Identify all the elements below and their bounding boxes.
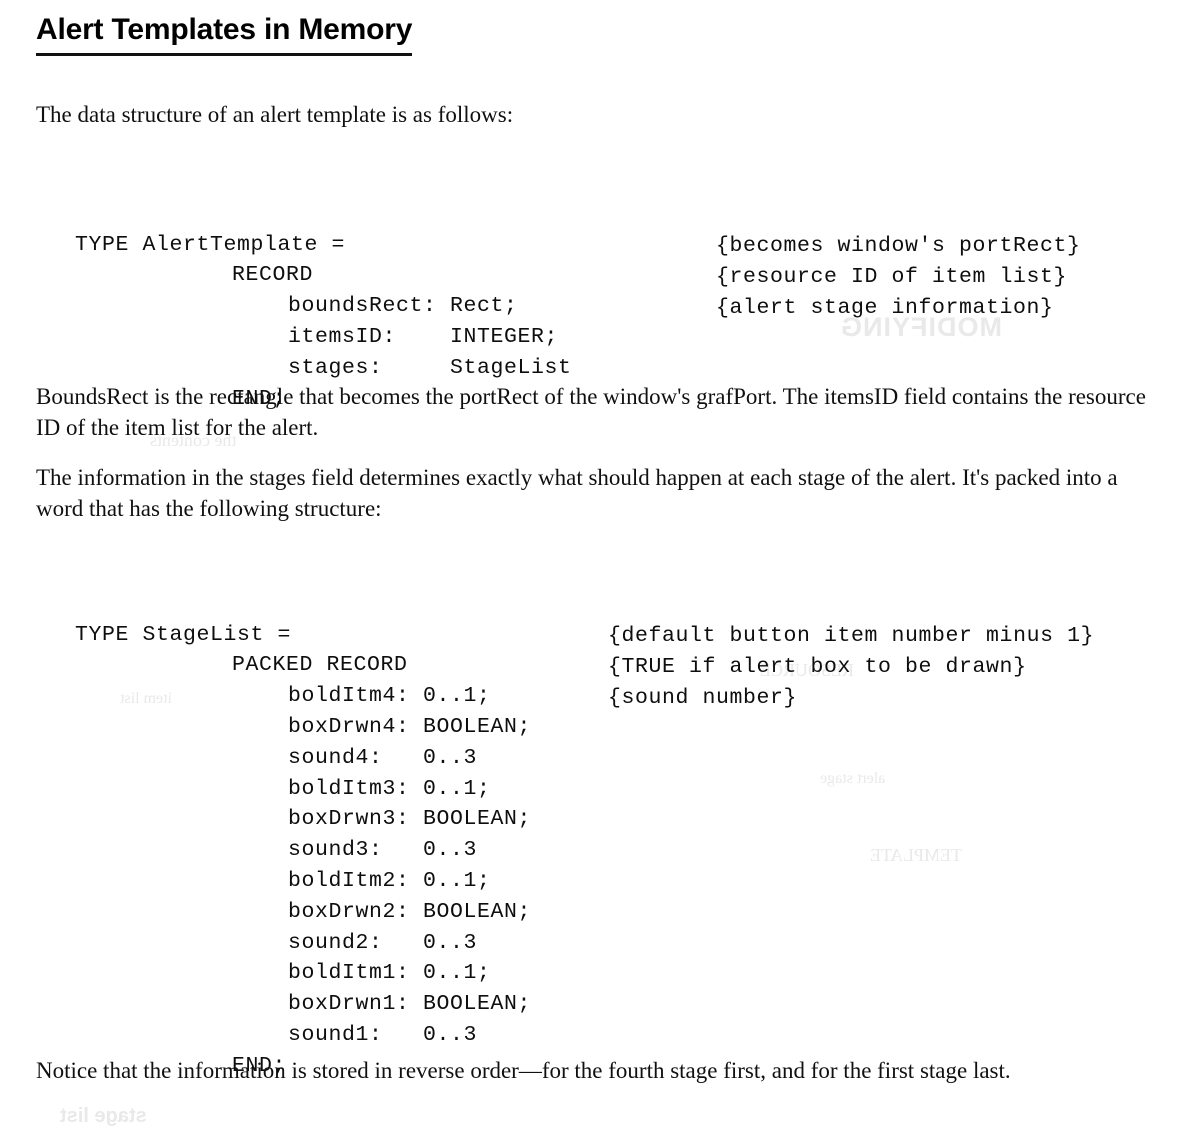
code-line: boxDrwn4: BOOLEAN; bbox=[288, 714, 532, 739]
page-title: Alert Templates in Memory bbox=[36, 13, 412, 57]
code-comment: {resource ID of item list} bbox=[716, 264, 1068, 289]
code-line: sound1: 0..3 bbox=[288, 1022, 478, 1047]
code-line: sound3: 0..3 bbox=[288, 838, 478, 863]
paragraph-intro: The data structure of an alert template … bbox=[36, 102, 514, 127]
code-line: boxDrwn1: BOOLEAN; bbox=[288, 992, 532, 1017]
code-line: itemsID: INTEGER; bbox=[288, 324, 559, 349]
code-comments-stage-list: {default button item number minus 1} {TRU… bbox=[608, 621, 1094, 713]
code-line: boldItm1: 0..1; bbox=[288, 961, 491, 986]
code-line: sound2: 0..3 bbox=[288, 930, 478, 955]
code-comments-alert-template: {becomes window's portRect} {resource ID … bbox=[716, 231, 1081, 323]
paragraph-stages-explanation: The information in the stages field dete… bbox=[36, 465, 1118, 521]
paragraph-reverse-order-note: Notice that the information is stored in… bbox=[36, 1058, 1011, 1083]
code-comment: {default button item number minus 1} bbox=[608, 624, 1095, 648]
code-comment: {TRUE if alert box to be drawn} bbox=[608, 654, 1027, 679]
code-comment: {becomes window's portRect} bbox=[716, 234, 1081, 258]
code-line: stages: StageList bbox=[288, 355, 572, 380]
code-line: boldItm2: 0..1; bbox=[288, 868, 491, 893]
code-comment: {sound number} bbox=[608, 685, 798, 710]
code-comment: {alert stage information} bbox=[716, 295, 1054, 320]
code-line: boldItm3: 0..1; bbox=[288, 776, 491, 801]
code-line: boxDrwn3: BOOLEAN; bbox=[288, 807, 532, 832]
code-line: boxDrwn2: BOOLEAN; bbox=[288, 899, 532, 924]
paragraph-bounds-explanation: BoundsRect is the rectangle that becomes… bbox=[36, 384, 1146, 440]
code-line: sound4: 0..3 bbox=[288, 745, 478, 770]
